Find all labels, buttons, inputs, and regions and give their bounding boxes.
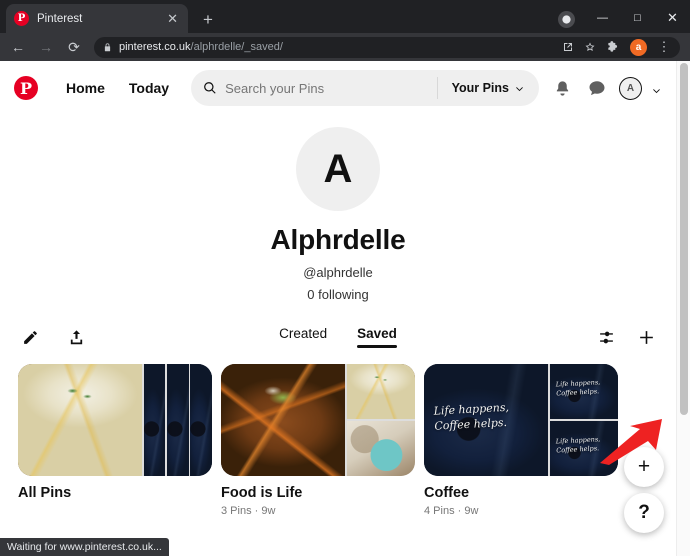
tab-saved[interactable]: Saved: [357, 326, 397, 348]
thumb-cell: [143, 364, 166, 476]
browser-toolbar: ← → ⟳ pinterest.co.uk/alphrdelle/_saved/…: [0, 33, 690, 61]
pin-overlay-text: Life happens, Coffee helps.: [433, 400, 510, 433]
bell-icon[interactable]: [549, 75, 575, 101]
account-chevron-down-icon[interactable]: [651, 83, 662, 94]
board-card[interactable]: All Pins: [18, 364, 212, 517]
thumb-cell: [166, 364, 189, 476]
puzzle-icon[interactable]: [606, 40, 620, 54]
add-board-button[interactable]: [634, 325, 658, 349]
install-icon[interactable]: [562, 41, 574, 53]
lock-icon: [103, 42, 112, 52]
window-controls: — □ ✕: [585, 2, 690, 33]
maximize-button[interactable]: □: [620, 2, 655, 33]
pinterest-icon: P: [14, 11, 29, 26]
scrollbar-thumb[interactable]: [680, 63, 688, 415]
thumb-side-column: Life happens, Coffee helps. Life happens…: [549, 364, 618, 476]
left-action-group: [18, 325, 88, 349]
address-bar[interactable]: pinterest.co.uk/alphrdelle/_saved/ a ⋮: [94, 36, 680, 58]
url-path: /alphrdelle/_saved/: [190, 41, 283, 53]
star-icon[interactable]: [584, 41, 596, 53]
board-toolbar: Created Saved: [0, 314, 676, 360]
back-button[interactable]: ←: [5, 34, 31, 60]
thumb-cell: [221, 364, 345, 476]
reload-button[interactable]: ⟳: [61, 34, 87, 60]
board-title: Coffee: [424, 485, 470, 501]
board-meta: 3 Pins · 9w: [221, 505, 276, 517]
minimize-button[interactable]: —: [585, 2, 620, 33]
pin-overlay-text: Life happens, Coffee helps.: [555, 378, 601, 398]
url-domain: pinterest.co.uk: [119, 41, 191, 53]
page-viewport: P Home Today Your Pins: [0, 61, 690, 556]
search-input[interactable]: [217, 80, 437, 96]
board-card[interactable]: Food is Life 3 Pins · 9w: [221, 364, 415, 517]
browser-profile-avatar[interactable]: a: [630, 38, 647, 56]
thumb-cell: [346, 364, 415, 420]
chat-icon[interactable]: [584, 75, 610, 101]
profile-following-count[interactable]: 0 following: [0, 287, 676, 302]
thumb-cell: [190, 364, 212, 476]
status-bar: Waiting for www.pinterest.co.uk...: [0, 538, 169, 556]
window-close-button[interactable]: ✕: [655, 2, 690, 33]
close-icon[interactable]: ✕: [165, 10, 180, 27]
pinterest-header: P Home Today Your Pins: [0, 61, 676, 115]
thumb-cell: [346, 420, 415, 476]
pencil-icon[interactable]: [18, 325, 42, 349]
forward-button[interactable]: →: [33, 34, 59, 60]
board-title: Food is Life: [221, 485, 303, 501]
url-text: pinterest.co.uk/alphrdelle/_saved/: [119, 41, 283, 53]
thumb-cell: Life happens, Coffee helps.: [549, 364, 618, 420]
search-icon: [203, 81, 217, 95]
sliders-icon[interactable]: [594, 325, 618, 349]
nav-today[interactable]: Today: [117, 72, 181, 104]
board-tabs: Created Saved: [0, 326, 676, 348]
pinterest-logo-icon[interactable]: P: [14, 76, 38, 100]
help-fab-button[interactable]: ?: [624, 493, 664, 533]
tab-created[interactable]: Created: [279, 326, 327, 348]
browser-menu-button[interactable]: ⋮: [657, 39, 671, 55]
pin-overlay-text: Life happens, Coffee helps.: [555, 435, 601, 455]
tab-title: Pinterest: [37, 12, 83, 25]
omnibox-actions: a ⋮: [554, 38, 671, 56]
browser-tabstrip: P Pinterest ✕ + — □ ✕: [0, 0, 690, 33]
your-pins-label: Your Pins: [451, 81, 509, 95]
profile-section: A Alphrdelle @alphrdelle 0 following: [0, 115, 676, 302]
board-meta: 4 Pins · 9w: [424, 505, 479, 517]
thumb-cell: Life happens, Coffee helps.: [549, 420, 618, 476]
browser-tab-pinterest[interactable]: P Pinterest ✕: [6, 4, 188, 33]
avatar[interactable]: A: [619, 76, 642, 100]
board-title: All Pins: [18, 485, 72, 501]
share-icon[interactable]: [64, 325, 88, 349]
nav-home[interactable]: Home: [54, 72, 117, 104]
page-title: Alphrdelle: [270, 224, 406, 255]
search-bar[interactable]: Your Pins: [191, 70, 539, 106]
profile-handle: @alphrdelle: [303, 265, 373, 280]
board-thumbnail[interactable]: [18, 364, 212, 476]
your-pins-dropdown[interactable]: Your Pins: [438, 81, 539, 95]
thumb-side-column: [346, 364, 415, 476]
thumb-cell: [18, 364, 142, 476]
board-card[interactable]: Life happens, Coffee helps. Life happens…: [424, 364, 618, 517]
boards-grid: All Pins Food is Life 3 Pins · 9w Life h…: [0, 364, 676, 517]
header-icon-group: A: [549, 75, 662, 101]
vertical-scrollbar[interactable]: [676, 61, 690, 556]
create-fab-button[interactable]: +: [624, 447, 664, 487]
board-thumbnail[interactable]: Life happens, Coffee helps. Life happens…: [424, 364, 618, 476]
right-action-group: [594, 325, 658, 349]
new-tab-button[interactable]: +: [198, 9, 218, 29]
profile-indicator-icon[interactable]: [558, 11, 575, 28]
pinterest-page: P Home Today Your Pins: [0, 61, 676, 556]
thumb-cell: Life happens, Coffee helps.: [424, 364, 548, 476]
chevron-down-icon: [514, 83, 525, 94]
browser-window: P Pinterest ✕ + — □ ✕ ← → ⟳ pinterest.co…: [0, 0, 690, 556]
profile-avatar[interactable]: A: [296, 127, 380, 211]
board-thumbnail[interactable]: [221, 364, 415, 476]
